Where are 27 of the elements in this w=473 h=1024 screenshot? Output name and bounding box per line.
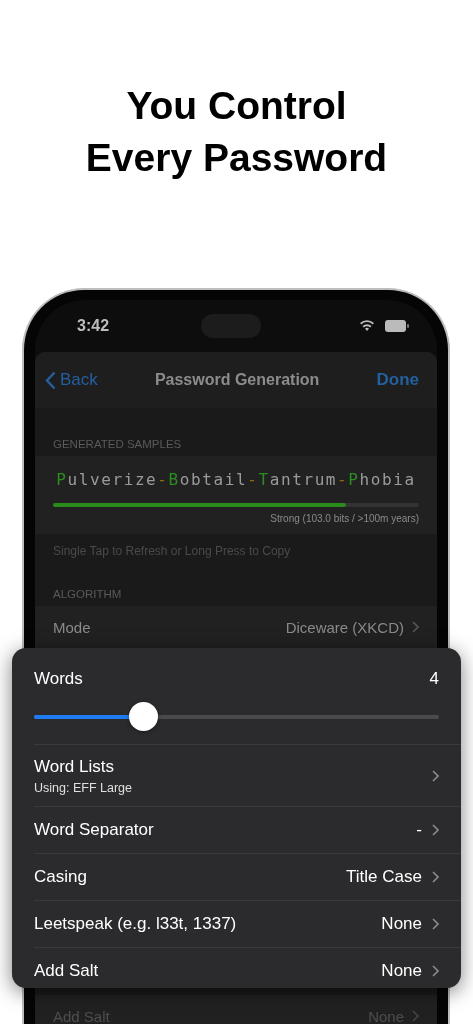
mode-row[interactable]: Mode Diceware (XKCD) (35, 606, 437, 648)
section-header: ALGORITHM (52, 587, 123, 602)
settings-row[interactable]: Word Lists Using: EFF Large (34, 744, 461, 806)
nav-title: Password Generation (153, 371, 321, 389)
headline: You Control Every Password (84, 83, 389, 181)
generated-password[interactable]: P ulverize-Bobtail-Tantrum-P hobia (53, 466, 419, 503)
back-chevron-icon (45, 370, 56, 390)
section-header: GENERATED SAMPLES (52, 437, 183, 452)
strength-label: Strong (103.0 bits / >100m years) (269, 513, 419, 524)
chevron-icon (412, 1010, 419, 1022)
chevron-icon (432, 965, 439, 977)
chevron-icon (432, 918, 439, 930)
words-slider[interactable] (34, 702, 439, 731)
chevron-icon (432, 824, 439, 836)
slider-thumb[interactable] (129, 702, 159, 731)
settings-row[interactable]: Casing Title Case (34, 853, 461, 900)
status-time: 3:42 (77, 317, 110, 335)
chevron-icon (432, 769, 439, 782)
battery-icon (385, 320, 409, 332)
settings-row[interactable]: Add Salt None (34, 947, 461, 994)
settings-row[interactable]: Word Separator - (34, 806, 461, 853)
settings-row[interactable]: Leetspeak (e.g. l33t, 1337) None (34, 900, 461, 947)
wifi-icon (359, 320, 375, 332)
chevron-icon (412, 621, 419, 633)
words-label: Words (34, 669, 83, 689)
words-count: 4 (429, 669, 439, 689)
chevron-icon (432, 871, 439, 883)
